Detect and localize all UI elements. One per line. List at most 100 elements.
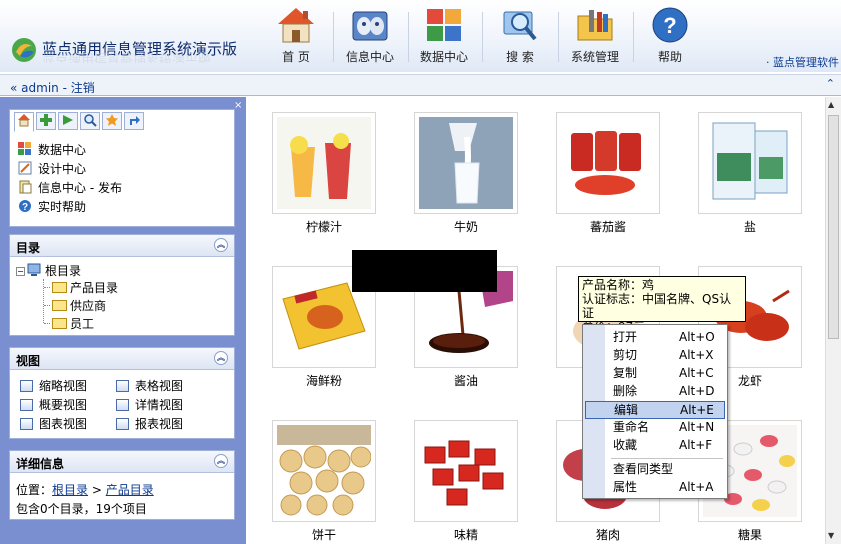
menu-item-cut[interactable]: 剪切 Alt+X bbox=[585, 347, 725, 365]
menu-item-copy[interactable]: 复制 Alt+C bbox=[585, 365, 725, 383]
sidebar-link-label: 实时帮助 bbox=[38, 200, 87, 214]
menu-item-rename[interactable]: 重命名 Alt+N bbox=[585, 419, 725, 437]
item-label: 海鲜粉 bbox=[305, 374, 342, 388]
item-label: 猪肉 bbox=[595, 528, 620, 542]
location-label: 位置： bbox=[16, 483, 53, 497]
collapse-left-icon[interactable]: « bbox=[10, 81, 17, 95]
collapse-icon[interactable]: ︽ bbox=[214, 351, 228, 365]
scroll-down-icon[interactable]: ▼ bbox=[828, 531, 834, 540]
help-icon: ? bbox=[652, 7, 688, 43]
scroll-up-icon[interactable]: ▲ bbox=[828, 100, 834, 109]
table-view-icon bbox=[116, 380, 129, 392]
add-tab-icon[interactable] bbox=[36, 112, 56, 130]
item-label: 牛奶 bbox=[453, 220, 478, 234]
menu-item-label: 删除 bbox=[613, 384, 638, 398]
collapse-icon[interactable]: ︽ bbox=[214, 454, 228, 468]
sidebar-link-help[interactable]: ? 实时帮助 bbox=[18, 198, 86, 215]
menu-item-properties[interactable]: 属性 Alt+A bbox=[585, 479, 725, 497]
brand-link[interactable]: · 蓝点管理软件 bbox=[766, 54, 839, 70]
menu-item-label: 属性 bbox=[613, 480, 638, 494]
ketchup-photo bbox=[561, 117, 655, 209]
tree-root[interactable]: − 根目录 bbox=[16, 262, 81, 279]
grid-item[interactable]: 盐 bbox=[698, 112, 802, 235]
header-bar: 蓝点通用信息管理系统演示版 蓝点通用信息管理系统演示版 首 页 信息中心 数据中… bbox=[0, 0, 841, 72]
tree-branch-line bbox=[44, 287, 50, 288]
home-tab-icon[interactable] bbox=[14, 112, 34, 132]
breadcrumb-link-root[interactable]: 根目录 bbox=[52, 483, 88, 497]
item-label: 味精 bbox=[453, 528, 478, 542]
data-center-icon bbox=[427, 9, 461, 41]
view-detail[interactable]: 详情视图 bbox=[116, 396, 183, 413]
tooltip-certification: 认证标志：中国名牌、QS认证 bbox=[582, 292, 732, 320]
jump-tab-icon[interactable] bbox=[124, 112, 144, 130]
sidebar-link-publish[interactable]: 信息中心 - 发布 bbox=[18, 179, 122, 196]
nav-help-button[interactable]: ? 帮助 bbox=[636, 4, 704, 70]
grid-item[interactable]: 柠檬汁 bbox=[272, 112, 376, 235]
tree-item[interactable]: 供应商 bbox=[44, 297, 106, 314]
view-thumbnail[interactable]: 缩略视图 bbox=[20, 377, 87, 394]
item-label: 蕃茄酱 bbox=[589, 220, 626, 234]
menu-item-open[interactable]: 打开 Alt+O bbox=[585, 329, 725, 347]
search-tab-icon[interactable] bbox=[80, 112, 100, 130]
catalog-panel: 目录 ︽ − 根目录 产品目录 供应商 员工 bbox=[9, 234, 235, 336]
sidebar-close-icon[interactable]: × bbox=[234, 101, 242, 111]
tree-item-label: 供应商 bbox=[70, 299, 107, 313]
tree-item[interactable]: 员工 bbox=[44, 315, 94, 332]
breadcrumb-link-products[interactable]: 产品目录 bbox=[106, 483, 154, 497]
vertical-scrollbar[interactable]: ▲ ▼ bbox=[825, 97, 841, 544]
menu-item-edit[interactable]: 编辑 Alt+E bbox=[585, 401, 725, 419]
sidebar-link-label: 信息中心 - 发布 bbox=[38, 181, 122, 195]
thumbnail-frame bbox=[698, 112, 802, 214]
menu-item-label: 打开 bbox=[613, 330, 638, 344]
breadcrumb-separator: > bbox=[88, 483, 106, 497]
nav-data-center-label: 数据中心 bbox=[419, 50, 468, 64]
nav-info-center-button[interactable]: 信息中心 bbox=[336, 4, 404, 70]
tree-item[interactable]: 产品目录 bbox=[44, 279, 118, 296]
tree-collapse-icon[interactable]: − bbox=[16, 267, 25, 276]
nav-divider bbox=[633, 12, 634, 62]
nav-search-button[interactable]: 搜 索 bbox=[486, 4, 554, 70]
tooltip-product-name: 产品名称：鸡 bbox=[582, 278, 655, 292]
menu-item-shortcut: Alt+A bbox=[679, 480, 714, 494]
view-chart[interactable]: 图表视图 bbox=[20, 415, 87, 432]
menu-item-favorite[interactable]: 收藏 Alt+F bbox=[585, 437, 725, 455]
milk-photo bbox=[419, 117, 513, 209]
view-report[interactable]: 报表视图 bbox=[116, 415, 183, 432]
catalog-title: 目录 bbox=[16, 241, 41, 255]
grid-item[interactable]: 饼干 bbox=[272, 420, 376, 543]
logout-link[interactable]: 注销 bbox=[71, 81, 95, 95]
sidebar-link-design-center[interactable]: 设计中心 bbox=[18, 160, 86, 177]
computer-icon bbox=[27, 263, 41, 276]
home-icon bbox=[278, 8, 314, 43]
view-table[interactable]: 表格视图 bbox=[116, 377, 183, 394]
details-panel: 详细信息 ︽ 位置：根目录 > 产品目录 包含0个目录，19个项目 bbox=[9, 450, 235, 520]
menu-item-delete[interactable]: 删除 Alt+D bbox=[585, 383, 725, 401]
collapse-icon[interactable]: ︽ bbox=[214, 238, 228, 252]
publish-icon bbox=[19, 180, 32, 194]
item-label: 酱油 bbox=[453, 374, 478, 388]
view-summary[interactable]: 概要视图 bbox=[20, 396, 87, 413]
grid-item[interactable]: 蕃茄酱 bbox=[556, 112, 660, 235]
menu-item-view-same-type[interactable]: 查看同类型 bbox=[585, 461, 725, 479]
scroll-thumb[interactable] bbox=[828, 115, 839, 339]
user-bar: « admin - 注销 ⌃ bbox=[0, 74, 841, 96]
redacted-region bbox=[352, 250, 497, 292]
go-tab-icon[interactable] bbox=[58, 112, 78, 130]
juice-photo bbox=[277, 117, 371, 209]
nav-system-admin-button[interactable]: 系统管理 bbox=[561, 4, 629, 70]
favorite-tab-icon[interactable] bbox=[102, 112, 122, 130]
collapse-header-icon[interactable]: ⌃ bbox=[826, 77, 835, 90]
nav-home-button[interactable]: 首 页 bbox=[262, 4, 330, 70]
grid-item[interactable]: 牛奶 bbox=[414, 112, 518, 235]
sidebar-link-label: 设计中心 bbox=[38, 162, 87, 176]
nav-help-label: 帮助 bbox=[657, 50, 682, 64]
details-panel-header[interactable]: 详细信息 ︽ bbox=[10, 451, 234, 473]
views-panel-header[interactable]: 视图 ︽ bbox=[10, 348, 234, 370]
grid-item[interactable]: 味精 bbox=[414, 420, 518, 543]
tree-item-label: 员工 bbox=[70, 317, 95, 331]
sidebar-link-data-center[interactable]: 数据中心 bbox=[18, 141, 86, 158]
catalog-panel-header[interactable]: 目录 ︽ bbox=[10, 235, 234, 257]
folder-summary: 包含0个目录，19个项目 bbox=[16, 502, 147, 516]
app-title-reflection: 蓝点通用信息管理系统演示版 bbox=[42, 53, 212, 63]
nav-data-center-button[interactable]: 数据中心 bbox=[410, 4, 478, 70]
